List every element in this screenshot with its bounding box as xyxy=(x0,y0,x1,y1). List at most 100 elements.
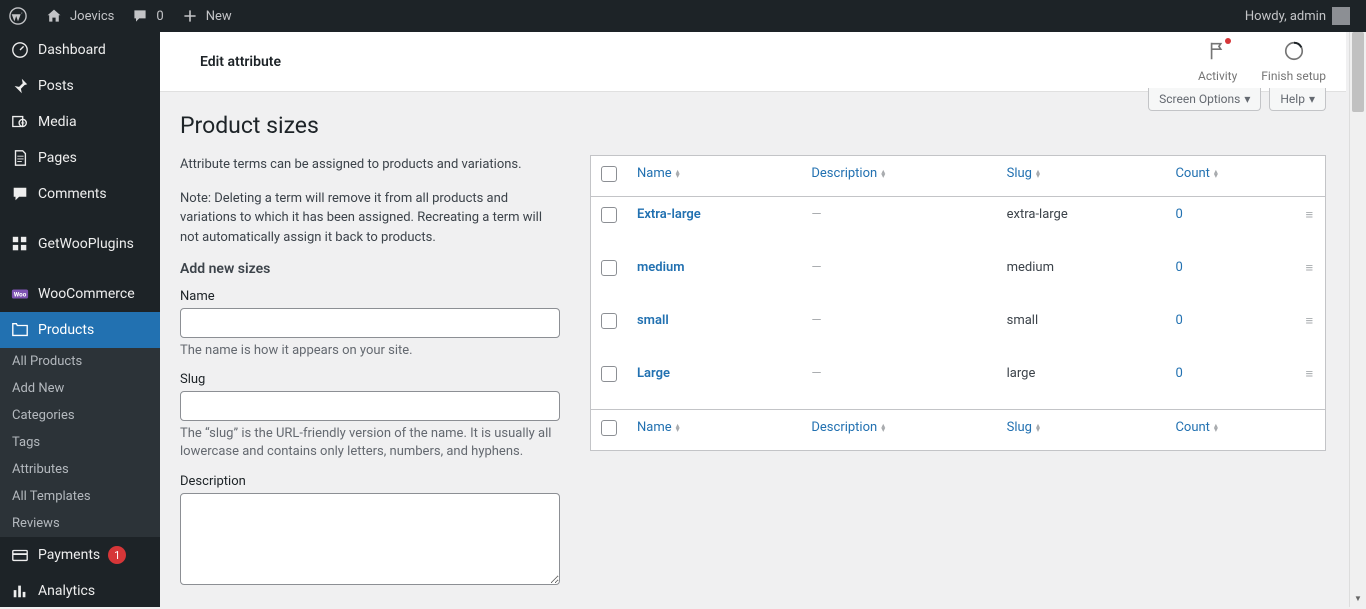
media-icon xyxy=(10,112,30,132)
col-name-footer[interactable]: Name▴▾ xyxy=(627,410,801,451)
svg-text:Woo: Woo xyxy=(14,291,27,299)
sort-icon: ▴▾ xyxy=(676,170,680,178)
term-description: — xyxy=(811,207,821,222)
comments-link[interactable]: 0 xyxy=(122,0,171,32)
wordpress-icon xyxy=(8,6,28,26)
sort-icon: ▴▾ xyxy=(881,424,885,432)
scroll-down-icon: ▼ xyxy=(1350,590,1366,607)
admin-sidebar: Dashboard Posts Media Pages Comments GetWooPl… xyxy=(0,32,160,607)
wp-logo[interactable] xyxy=(0,0,36,32)
header-bar: Edit attribute Activity Finish setup xyxy=(160,32,1346,92)
term-name-link[interactable]: Large xyxy=(637,366,670,381)
select-all-checkbox-footer[interactable] xyxy=(601,420,617,436)
col-slug-footer[interactable]: Slug▴▾ xyxy=(997,410,1166,451)
sort-icon: ▴▾ xyxy=(1036,424,1040,432)
comment-icon xyxy=(130,6,150,26)
drag-handle-icon[interactable]: ≡ xyxy=(1306,314,1314,329)
term-description: — xyxy=(811,260,821,275)
drag-handle-icon[interactable]: ≡ xyxy=(1306,367,1314,382)
woo-icon: Woo xyxy=(10,284,30,304)
sidebar-item-posts[interactable]: Posts xyxy=(0,68,160,104)
sort-icon: ▴▾ xyxy=(1214,424,1218,432)
col-slug[interactable]: Slug▴▾ xyxy=(997,156,1166,197)
sidebar-sub-add-new[interactable]: Add New xyxy=(0,375,160,402)
slug-help: The “slug” is the URL-friendly version o… xyxy=(180,425,560,461)
description-input[interactable] xyxy=(180,493,560,585)
term-count-link[interactable]: 0 xyxy=(1175,313,1182,328)
site-name: Joevics xyxy=(70,9,114,24)
name-input[interactable] xyxy=(180,308,560,338)
pages-icon xyxy=(10,148,30,168)
table-row: small—small0≡ xyxy=(591,303,1326,356)
col-count-footer[interactable]: Count▴▾ xyxy=(1165,410,1295,451)
pin-icon xyxy=(10,76,30,96)
sidebar-item-getwooplugins[interactable]: GetWooPlugins xyxy=(0,226,160,262)
sidebar-item-label: Posts xyxy=(38,78,74,94)
description-label: Description xyxy=(180,474,560,489)
term-count-link[interactable]: 0 xyxy=(1175,366,1182,381)
sidebar-item-label: GetWooPlugins xyxy=(38,236,134,252)
new-link[interactable]: New xyxy=(172,0,240,32)
sidebar-item-label: Dashboard xyxy=(38,42,106,58)
sidebar-item-analytics[interactable]: Analytics xyxy=(0,573,160,609)
sidebar-item-products[interactable]: Products xyxy=(0,312,160,348)
row-checkbox[interactable] xyxy=(601,366,617,382)
term-count-link[interactable]: 0 xyxy=(1175,260,1182,275)
table-row: Extra-large — extra-large 0 ≡ xyxy=(591,197,1326,251)
howdy-link[interactable]: Howdy, admin xyxy=(1237,0,1358,32)
row-checkbox[interactable] xyxy=(601,207,617,223)
sidebar-sub-all-products[interactable]: All Products xyxy=(0,348,160,375)
row-checkbox[interactable] xyxy=(601,313,617,329)
scroll-thumb[interactable] xyxy=(1352,32,1364,112)
caret-down-icon: ▾ xyxy=(1309,92,1315,106)
howdy-text: Howdy, admin xyxy=(1245,9,1326,24)
sidebar-item-comments[interactable]: Comments xyxy=(0,176,160,212)
products-icon xyxy=(10,320,30,340)
page-scrollbar[interactable]: ▲ ▼ xyxy=(1349,32,1366,607)
site-link[interactable]: Joevics xyxy=(36,0,122,32)
term-name-link[interactable]: medium xyxy=(637,260,685,275)
sidebar-sub-attributes[interactable]: Attributes xyxy=(0,456,160,483)
col-description-footer[interactable]: Description▴▾ xyxy=(801,410,996,451)
sidebar-item-dashboard[interactable]: Dashboard xyxy=(0,32,160,68)
term-name-link[interactable]: small xyxy=(637,313,669,328)
term-name-link[interactable]: Extra-large xyxy=(637,207,701,222)
term-slug: extra-large xyxy=(997,197,1166,251)
sidebar-sub-categories[interactable]: Categories xyxy=(0,402,160,429)
slug-input[interactable] xyxy=(180,391,560,421)
sidebar-item-pages[interactable]: Pages xyxy=(0,140,160,176)
term-count-link[interactable]: 0 xyxy=(1175,207,1182,222)
note-text: Note: Deleting a term will remove it fro… xyxy=(180,189,560,248)
drag-handle-icon[interactable]: ≡ xyxy=(1306,208,1314,223)
term-slug: small xyxy=(997,303,1166,356)
flag-icon xyxy=(1207,40,1229,65)
term-description: — xyxy=(811,366,821,381)
col-description[interactable]: Description▴▾ xyxy=(801,156,996,197)
col-name[interactable]: Name▴▾ xyxy=(627,156,801,197)
new-label: New xyxy=(206,9,232,24)
table-row: Large — large 0 ≡ xyxy=(591,356,1326,410)
sidebar-item-media[interactable]: Media xyxy=(0,104,160,140)
finish-setup-button[interactable]: Finish setup xyxy=(1261,40,1326,83)
col-count[interactable]: Count▴▾ xyxy=(1165,156,1295,197)
sidebar-item-woocommerce[interactable]: WooWooCommerce xyxy=(0,276,160,312)
sidebar-item-label: Comments xyxy=(38,186,107,202)
dashboard-icon xyxy=(10,40,30,60)
sidebar-item-label: Pages xyxy=(38,150,77,166)
name-label: Name xyxy=(180,289,560,304)
term-slug: large xyxy=(997,356,1166,410)
name-help: The name is how it appears on your site. xyxy=(180,342,560,360)
sidebar-sub-tags[interactable]: Tags xyxy=(0,429,160,456)
activity-button[interactable]: Activity xyxy=(1198,40,1237,83)
help-button[interactable]: Help ▾ xyxy=(1269,88,1326,111)
term-slug: medium xyxy=(997,250,1166,303)
sidebar-sub-reviews[interactable]: Reviews xyxy=(0,510,160,537)
content-area: Edit attribute Activity Finish setup Scr… xyxy=(160,32,1346,607)
screen-options-button[interactable]: Screen Options ▾ xyxy=(1148,88,1261,111)
select-all-checkbox[interactable] xyxy=(601,166,617,182)
sidebar-sub-all-templates[interactable]: All Templates xyxy=(0,483,160,510)
sidebar-item-payments[interactable]: Payments 1 xyxy=(0,537,160,573)
badge: 1 xyxy=(108,546,126,564)
row-checkbox[interactable] xyxy=(601,260,617,276)
drag-handle-icon[interactable]: ≡ xyxy=(1306,261,1314,276)
